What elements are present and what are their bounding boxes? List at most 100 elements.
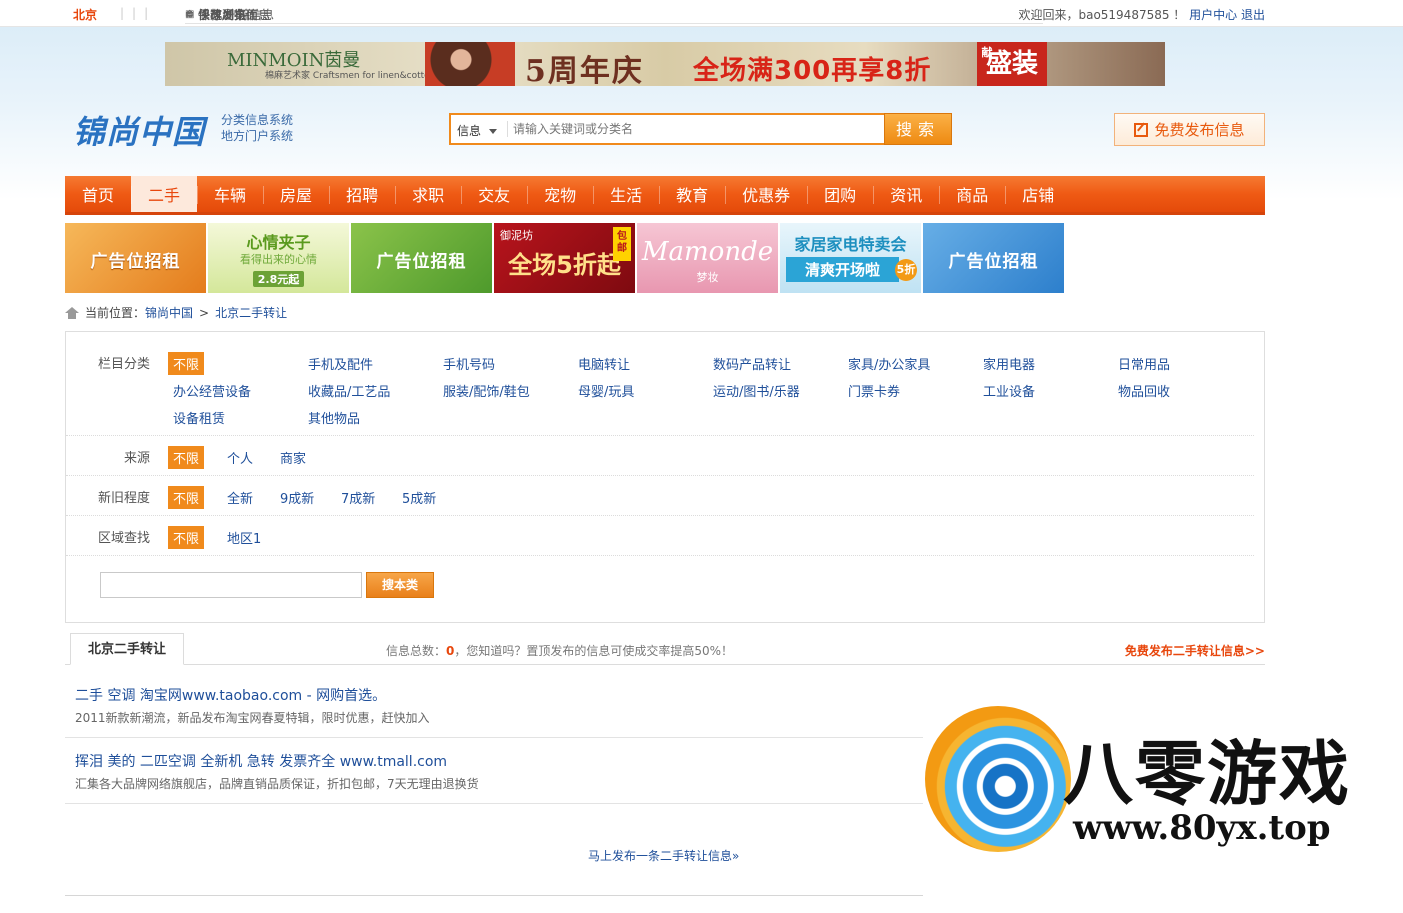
- filter-panel: 栏目分类 不限 手机及配件 手机号码 电脑转让 数码产品转让 家具/办公家具 家…: [65, 331, 1265, 623]
- filter-option[interactable]: 运动/图书/乐器: [713, 381, 800, 400]
- nav-item-coupons[interactable]: 优惠券: [725, 176, 807, 212]
- search-input[interactable]: [513, 118, 883, 140]
- qrcode-icon: ▦: [185, 8, 195, 20]
- info-count-text: 信息总数：0，您知道吗？置顶发布的信息可使成交率提高50%！: [386, 644, 734, 658]
- free-post-button[interactable]: 免费发布信息: [1114, 113, 1265, 146]
- filter-option[interactable]: 家具/办公家具: [848, 354, 930, 373]
- filter-option[interactable]: 商家: [280, 448, 306, 467]
- filter-row-category: 栏目分类 不限 手机及配件 手机号码 电脑转让 数码产品转让 家具/办公家具 家…: [66, 332, 1254, 436]
- nav-item-news[interactable]: 资讯: [873, 176, 939, 212]
- ad-tile-4[interactable]: 御泥坊 全场5折起 包邮: [494, 223, 635, 293]
- nav-item-pets[interactable]: 宠物: [527, 176, 593, 212]
- filter-option[interactable]: 家用电器: [983, 354, 1035, 373]
- filter-option[interactable]: 其他物品: [308, 408, 360, 427]
- filter-option[interactable]: 电脑转让: [578, 354, 630, 373]
- divider: [65, 895, 923, 896]
- filter-option[interactable]: 设备租赁: [173, 408, 225, 427]
- tab-secondhand[interactable]: 北京二手转让: [70, 633, 184, 665]
- search-button[interactable]: 搜索: [884, 113, 952, 145]
- watermark-url: www.80yx.top: [1073, 808, 1331, 848]
- search-category-select[interactable]: 信息: [457, 122, 498, 139]
- banner-seal: 献盛装: [977, 42, 1047, 86]
- filter-row-source: 来源 不限 个人 商家: [66, 436, 1254, 476]
- filter-row-condition: 新旧程度 不限 全新 9成新 7成新 5成新: [66, 476, 1254, 516]
- list-item: 二手 空调 淘宝网www.taobao.com - 网购首选。 2011新款新潮…: [65, 672, 923, 738]
- divider: |: [132, 6, 137, 20]
- banner-model-image: [425, 42, 515, 86]
- filter-option[interactable]: 不限: [168, 526, 205, 549]
- filter-option[interactable]: 地区1: [227, 528, 261, 547]
- breadcrumb-current-link[interactable]: 北京二手转让: [215, 304, 287, 321]
- nav-item-jobseek[interactable]: 求职: [395, 176, 461, 212]
- nav-item-housing[interactable]: 房屋: [263, 176, 329, 212]
- filter-option[interactable]: 不限: [168, 352, 205, 375]
- ad-tile-6[interactable]: 家居家电特卖会 清爽开场啦 5折: [780, 223, 921, 293]
- filter-option[interactable]: 不限: [168, 486, 205, 509]
- filter-option[interactable]: 门票卡券: [848, 381, 900, 400]
- filter-option[interactable]: 手机号码: [443, 354, 495, 373]
- filter-option[interactable]: 5成新: [402, 488, 436, 507]
- filter-label: 栏目分类: [97, 357, 150, 372]
- filter-search-button[interactable]: 搜本类: [366, 572, 434, 598]
- filter-option[interactable]: 不限: [168, 446, 205, 469]
- filter-label: 新旧程度: [97, 491, 150, 506]
- nav-item-dating[interactable]: 交友: [461, 176, 527, 212]
- ad-tile-1[interactable]: 广告位招租: [65, 223, 206, 293]
- filter-option[interactable]: 办公经营设备: [173, 381, 251, 400]
- watermark: 八零游戏 www.80yx.top: [923, 700, 1403, 860]
- user-center-link[interactable]: 用户中心: [1189, 8, 1237, 22]
- divider: |: [120, 6, 125, 20]
- top-banner-ad[interactable]: MINMOIN茵曼 棉麻艺术家 Craftsmen for linen&cott…: [165, 42, 1165, 86]
- main-nav: 首页 二手 车辆 房屋 招聘 求职 交友 宠物 生活 教育 优惠券 团购 资讯 …: [65, 176, 1265, 215]
- site-logo[interactable]: 锦尚中国: [73, 107, 205, 153]
- chevron-down-icon: [489, 129, 498, 134]
- edit-icon: [1134, 122, 1149, 137]
- ad-tile-5[interactable]: Mamonde 梦妆: [637, 223, 778, 293]
- mobile-browse-link[interactable]: ▦ 手机浏览: [185, 6, 1043, 24]
- nav-item-home[interactable]: 首页: [65, 176, 131, 212]
- nav-item-education[interactable]: 教育: [659, 176, 725, 212]
- filter-option[interactable]: 母婴/玩具: [578, 381, 634, 400]
- nav-item-vehicles[interactable]: 车辆: [197, 176, 263, 212]
- filter-option[interactable]: 全新: [227, 488, 253, 507]
- filter-label: 区域查找: [97, 531, 150, 546]
- ad-tile-7[interactable]: 广告位招租: [923, 223, 1064, 293]
- nav-item-products[interactable]: 商品: [939, 176, 1005, 212]
- divider: [65, 664, 1265, 665]
- filter-option[interactable]: 数码产品转让: [713, 354, 791, 373]
- nav-item-shops[interactable]: 店铺: [1005, 176, 1071, 212]
- user-welcome: 欢迎回来，bao519487585 ！ 用户中心 退出: [1018, 6, 1265, 23]
- post-secondhand-link[interactable]: 马上发布一条二手转让信息»: [588, 847, 739, 864]
- filter-option[interactable]: 工业设备: [983, 381, 1035, 400]
- filter-option[interactable]: 手机及配件: [308, 354, 373, 373]
- filter-option[interactable]: 收藏品/工艺品: [308, 381, 390, 400]
- ad-tile-2[interactable]: 心情夹子 看得出来的心情 2.8元起: [208, 223, 349, 293]
- filter-option[interactable]: 7成新: [341, 488, 375, 507]
- watermark-brand: 八零游戏: [1063, 733, 1351, 815]
- logo-subtitle: 分类信息系统 地方门户系统: [221, 113, 294, 143]
- filter-option[interactable]: 个人: [227, 448, 253, 467]
- ad-tile-3[interactable]: 广告位招租: [351, 223, 492, 293]
- nav-item-life[interactable]: 生活: [593, 176, 659, 212]
- logout-link[interactable]: 退出: [1241, 8, 1265, 22]
- filter-row-area: 区域查找 不限 地区1: [66, 516, 1254, 556]
- breadcrumb: 当前位置： 锦尚中国 > 北京二手转让: [65, 304, 287, 321]
- banner-brand-sub: 棉麻艺术家 Craftsmen for linen&cotton: [265, 71, 436, 81]
- filter-option[interactable]: 服装/配饰/鞋包: [443, 381, 530, 400]
- filter-option[interactable]: 日常用品: [1118, 354, 1170, 373]
- nav-item-groupbuy[interactable]: 团购: [807, 176, 873, 212]
- breadcrumb-home-link[interactable]: 锦尚中国: [145, 304, 193, 321]
- filter-search-input[interactable]: [100, 572, 362, 598]
- free-post-secondhand-link[interactable]: 免费发布二手转让信息>>: [1125, 642, 1265, 659]
- top-links: ▭ 保存到桌面 | ⚡ 快速发布信息 | ⚙ 修改/删除信息 | ▦ 手机浏览: [120, 6, 1043, 24]
- filter-option[interactable]: 9成新: [280, 488, 314, 507]
- welcome-text: 欢迎回来，bao519487585 ！: [1018, 8, 1186, 22]
- nav-item-secondhand[interactable]: 二手: [131, 176, 198, 212]
- city-selector[interactable]: 北京: [73, 6, 97, 23]
- list-item-title[interactable]: 挥泪 美的 二匹空调 全新机 急转 发票齐全 www.tmall.com: [75, 751, 447, 771]
- list-item-title[interactable]: 二手 空调 淘宝网www.taobao.com - 网购首选。: [75, 685, 386, 705]
- nav-item-recruit[interactable]: 招聘: [329, 176, 395, 212]
- banner-promo: 全场满300再享8折: [693, 56, 932, 86]
- banner-anniversary: 5周年庆: [525, 54, 644, 86]
- filter-option[interactable]: 物品回收: [1118, 381, 1170, 400]
